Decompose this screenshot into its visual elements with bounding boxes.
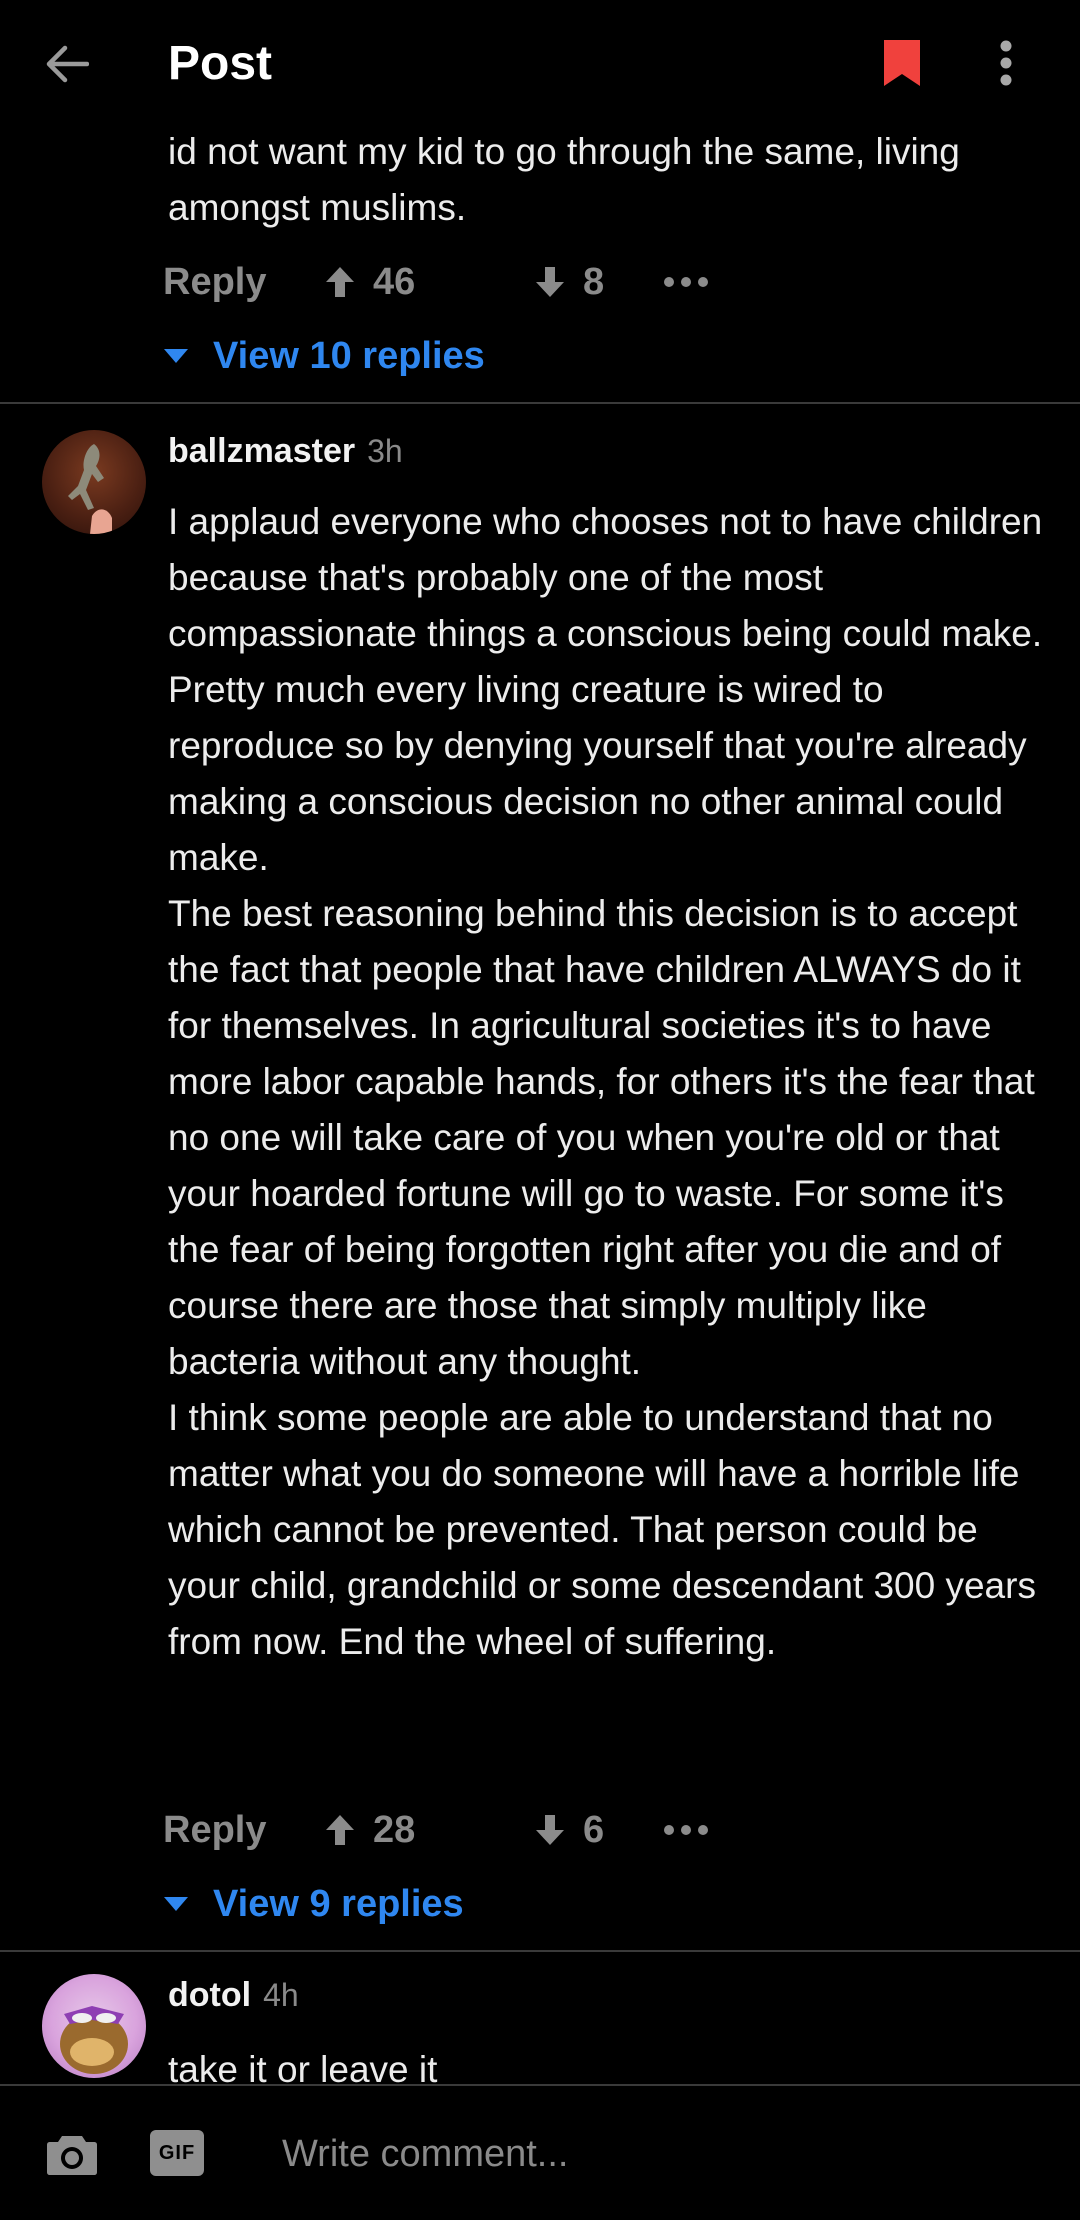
view-replies-label: View 10 replies <box>213 334 485 377</box>
downvote-count: 8 <box>583 260 605 303</box>
arrow-down-icon <box>536 267 564 297</box>
comment-composer: GIF <box>0 2084 1080 2220</box>
comment-actions: Reply 46 8 <box>163 252 709 312</box>
arrow-down-icon <box>536 1815 564 1845</box>
downvote-count: 6 <box>583 1808 605 1851</box>
reply-button[interactable]: Reply <box>163 1809 323 1852</box>
upvote-count: 28 <box>373 1808 416 1851</box>
page-title: Post <box>168 37 273 90</box>
comment-actions: Reply 28 6 <box>163 1800 709 1860</box>
comment-more-icon[interactable] <box>663 276 709 288</box>
arrow-up-icon <box>326 267 354 297</box>
divider <box>0 402 1080 404</box>
divider <box>0 1950 1080 1952</box>
username[interactable]: dotol <box>168 1976 251 2015</box>
more-options-icon[interactable] <box>984 38 1028 88</box>
comment-more-icon[interactable] <box>663 1824 709 1836</box>
caret-down-icon <box>164 1897 188 1911</box>
timestamp: 4h <box>263 1977 299 2013</box>
arrow-up-icon <box>326 1815 354 1845</box>
view-replies-label: View 9 replies <box>213 1882 464 1925</box>
upvote-button[interactable]: 28 <box>323 1809 533 1852</box>
downvote-button[interactable]: 6 <box>533 1809 663 1852</box>
view-replies-link[interactable]: View 10 replies <box>163 328 485 384</box>
bookmark-icon[interactable] <box>880 38 924 88</box>
view-replies-link[interactable]: View 9 replies <box>163 1876 464 1932</box>
comment-body: I applaud everyone who chooses not to ha… <box>168 501 1043 1662</box>
avatar[interactable] <box>42 1974 146 2078</box>
gif-button[interactable]: GIF <box>150 2130 204 2176</box>
comment-input[interactable] <box>280 2120 1044 2188</box>
top-bar: Post <box>0 0 1080 128</box>
upvote-count: 46 <box>373 260 416 303</box>
upvote-button[interactable]: 46 <box>323 261 533 304</box>
comment-meta: dotol 4h <box>168 1976 299 2024</box>
username[interactable]: ballzmaster <box>168 432 355 471</box>
back-arrow-icon[interactable] <box>36 34 96 94</box>
comment-body: id not want my kid to go through the sam… <box>168 131 960 228</box>
timestamp: 3h <box>367 433 403 469</box>
downvote-button[interactable]: 8 <box>533 261 663 304</box>
reply-button[interactable]: Reply <box>163 261 323 304</box>
camera-icon[interactable] <box>44 2126 100 2182</box>
caret-down-icon <box>164 349 188 363</box>
avatar[interactable] <box>42 430 146 534</box>
comment-meta: ballzmaster 3h <box>168 432 403 480</box>
